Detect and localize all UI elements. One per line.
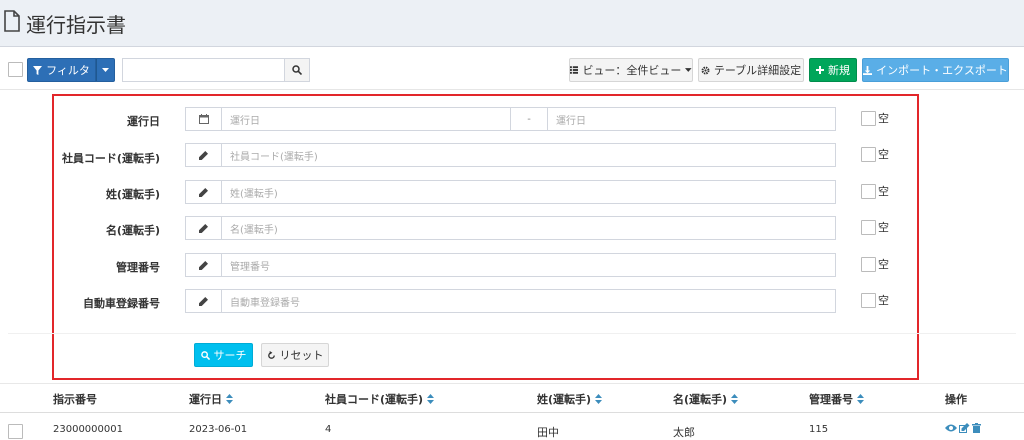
pencil-icon (199, 296, 208, 306)
column-header-id[interactable]: 指示番号 (53, 391, 97, 407)
search-submit-label: サーチ (213, 349, 247, 362)
caret-down-icon (685, 67, 692, 72)
empty-checkbox-last-name[interactable] (861, 184, 876, 199)
cell-id[interactable]: 23000000001 (53, 424, 123, 435)
empty-label: 空 (878, 185, 889, 198)
import-export-button[interactable]: インポート・エクスポート (862, 58, 1009, 82)
pencil-addon (185, 180, 222, 204)
sort-icon (857, 394, 864, 404)
empty-label: 空 (878, 148, 889, 161)
filter-button[interactable]: フィルタ (27, 58, 96, 82)
search-button[interactable] (285, 58, 310, 82)
filter-label-mgmt-no: 管理番号 (116, 261, 160, 274)
table-settings-label: テーブル詳細設定 (713, 64, 802, 77)
pencil-addon (185, 289, 222, 313)
funnel-icon (33, 65, 43, 75)
calendar-addon (185, 107, 222, 131)
mgmt-no-input[interactable]: 管理番号 (222, 253, 836, 277)
first-name-input[interactable]: 名(運転手) (222, 216, 836, 240)
empty-label: 空 (878, 294, 889, 307)
empty-checkbox-vehicle-reg[interactable] (861, 293, 876, 308)
date-to-input[interactable]: 運行日 (548, 107, 836, 131)
search-icon (200, 350, 210, 360)
filter-label-first-name: 名(運転手) (105, 224, 160, 237)
cell-emp-code: 4 (325, 424, 332, 435)
empty-label: 空 (878, 258, 889, 271)
new-button-label: 新規 (828, 64, 850, 77)
table-settings-button[interactable]: テーブル詳細設定 (698, 58, 804, 82)
emp-code-input[interactable]: 社員コード(運転手) (222, 143, 836, 167)
import-export-label: インポート・エクスポート (876, 64, 1008, 77)
caret-down-icon (102, 67, 109, 72)
gear-icon (701, 66, 710, 74)
page-title: 運行指示書 (26, 13, 126, 37)
filter-label-vehicle-reg: 自動車登録番号 (83, 297, 160, 310)
cell-last-name: 田中 (537, 426, 559, 439)
calendar-icon (198, 114, 209, 124)
reset-button[interactable]: リセット (261, 343, 329, 367)
date-from-input[interactable]: 運行日 (222, 107, 511, 131)
select-all-checkbox[interactable] (8, 62, 23, 77)
vehicle-reg-input[interactable]: 自動車登録番号 (222, 289, 836, 313)
sort-icon (731, 394, 739, 404)
refresh-icon (267, 350, 275, 359)
edit-icon[interactable] (959, 423, 970, 433)
column-header-actions: 操作 (945, 393, 967, 406)
view-select-label: ビュー：全件ビュー (582, 64, 682, 77)
page-header: 運行指示書 (0, 0, 1024, 47)
last-name-input[interactable]: 姓(運転手) (222, 180, 836, 204)
pencil-icon (199, 223, 208, 233)
sort-icon (427, 394, 435, 404)
pencil-icon (199, 150, 208, 160)
pencil-icon (199, 260, 208, 270)
list-icon (570, 66, 579, 74)
column-header-emp-code[interactable]: 社員コード(運転手) (325, 391, 435, 407)
search-icon (292, 65, 302, 75)
trash-icon[interactable] (972, 423, 981, 433)
sort-icon (595, 394, 603, 404)
cell-first-name: 太郎 (673, 426, 695, 439)
sort-icon (226, 394, 233, 404)
row-actions (945, 423, 981, 433)
download-icon (863, 65, 873, 75)
eye-icon[interactable] (945, 423, 957, 433)
document-icon (4, 10, 20, 32)
table-top-border (0, 383, 1024, 384)
search-input[interactable] (122, 58, 285, 82)
pencil-addon (185, 143, 222, 167)
empty-checkbox-emp-code[interactable] (861, 147, 876, 162)
date-range-separator: - (511, 107, 548, 131)
view-select-button[interactable]: ビュー：全件ビュー (569, 58, 693, 82)
cell-date: 2023-06-01 (189, 424, 248, 435)
pencil-icon (199, 187, 208, 197)
empty-checkbox-first-name[interactable] (861, 220, 876, 235)
filter-label-date: 運行日 (127, 115, 160, 128)
pencil-addon (185, 253, 222, 277)
table-header-border (0, 412, 1024, 413)
empty-label: 空 (878, 112, 889, 125)
column-header-mgmt-no[interactable]: 管理番号 (809, 391, 864, 407)
row-checkbox[interactable] (8, 424, 23, 439)
empty-checkbox-mgmt-no[interactable] (861, 257, 876, 272)
column-header-first-name[interactable]: 名(運転手) (673, 391, 739, 407)
new-button[interactable]: 新規 (809, 58, 857, 82)
filter-label-last-name: 姓(運転手) (105, 188, 160, 201)
filter-button-label: フィルタ (46, 64, 90, 77)
reset-button-label: リセット (279, 349, 324, 362)
filter-divider (8, 333, 1016, 334)
empty-label: 空 (878, 221, 889, 234)
filter-label-emp-code: 社員コード(運転手) (61, 152, 160, 165)
plus-icon (816, 66, 824, 74)
column-header-date[interactable]: 運行日 (189, 391, 233, 407)
column-header-last-name[interactable]: 姓(運転手) (537, 391, 603, 407)
empty-checkbox-date[interactable] (861, 111, 876, 126)
filter-dropdown-toggle[interactable] (96, 58, 115, 82)
pencil-addon (185, 216, 222, 240)
search-submit-button[interactable]: サーチ (194, 343, 253, 367)
cell-mgmt-no: 115 (809, 424, 829, 435)
